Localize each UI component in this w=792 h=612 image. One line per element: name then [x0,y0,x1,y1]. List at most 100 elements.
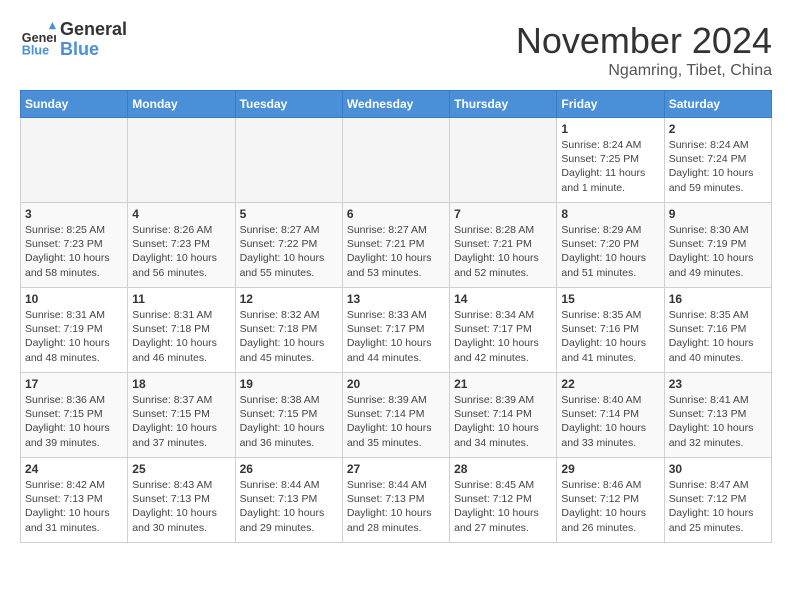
calendar-week-4: 24 Sunrise: 8:42 AMSunset: 7:13 PMDayligh… [21,458,772,543]
day-info: Sunrise: 8:27 AMSunset: 7:22 PMDaylight:… [240,223,338,280]
day-info: Sunrise: 8:44 AMSunset: 7:13 PMDaylight:… [240,478,338,535]
day-info: Sunrise: 8:28 AMSunset: 7:21 PMDaylight:… [454,223,552,280]
calendar-header-row: SundayMondayTuesdayWednesdayThursdayFrid… [21,91,772,118]
calendar-cell: 4 Sunrise: 8:26 AMSunset: 7:23 PMDaylight… [128,203,235,288]
day-info: Sunrise: 8:42 AMSunset: 7:13 PMDaylight:… [25,478,123,535]
day-info: Sunrise: 8:35 AMSunset: 7:16 PMDaylight:… [669,308,767,365]
day-info: Sunrise: 8:38 AMSunset: 7:15 PMDaylight:… [240,393,338,450]
month-title: November 2024 [516,20,772,62]
calendar-cell: 30 Sunrise: 8:47 AMSunset: 7:12 PMDayligh… [664,458,771,543]
day-info: Sunrise: 8:31 AMSunset: 7:18 PMDaylight:… [132,308,230,365]
day-info: Sunrise: 8:39 AMSunset: 7:14 PMDaylight:… [347,393,445,450]
day-number: 20 [347,377,445,391]
calendar-cell: 7 Sunrise: 8:28 AMSunset: 7:21 PMDaylight… [450,203,557,288]
calendar-cell: 1Sunrise: 8:24 AMSunset: 7:25 PMDaylight… [557,118,664,203]
calendar-cell: 10Sunrise: 8:31 AMSunset: 7:19 PMDayligh… [21,288,128,373]
day-number: 21 [454,377,552,391]
day-header-monday: Monday [128,91,235,118]
day-header-tuesday: Tuesday [235,91,342,118]
day-info: Sunrise: 8:41 AMSunset: 7:13 PMDaylight:… [669,393,767,450]
calendar-week-0: 1Sunrise: 8:24 AMSunset: 7:25 PMDaylight… [21,118,772,203]
calendar-cell: 6 Sunrise: 8:27 AMSunset: 7:21 PMDaylight… [342,203,449,288]
day-number: 28 [454,462,552,476]
calendar-week-1: 3 Sunrise: 8:25 AMSunset: 7:23 PMDaylight… [21,203,772,288]
day-info: Sunrise: 8:39 AMSunset: 7:14 PMDaylight:… [454,393,552,450]
day-number: 13 [347,292,445,306]
calendar-cell: 25 Sunrise: 8:43 AMSunset: 7:13 PMDayligh… [128,458,235,543]
day-info: Sunrise: 8:45 AMSunset: 7:12 PMDaylight:… [454,478,552,535]
day-number: 11 [132,292,230,306]
day-info: Sunrise: 8:29 AMSunset: 7:20 PMDaylight:… [561,223,659,280]
day-info: Sunrise: 8:26 AMSunset: 7:23 PMDaylight:… [132,223,230,280]
location: Ngamring, Tibet, China [516,62,772,80]
logo: General Blue GeneralBlue [20,20,127,60]
calendar-cell: 5 Sunrise: 8:27 AMSunset: 7:22 PMDaylight… [235,203,342,288]
day-info: Sunrise: 8:27 AMSunset: 7:21 PMDaylight:… [347,223,445,280]
day-number: 19 [240,377,338,391]
logo-blue: Blue [60,40,127,60]
calendar-cell: 17 Sunrise: 8:36 AMSunset: 7:15 PMDayligh… [21,373,128,458]
day-number: 22 [561,377,659,391]
day-header-saturday: Saturday [664,91,771,118]
day-header-thursday: Thursday [450,91,557,118]
day-number: 7 [454,207,552,221]
calendar-cell: 13Sunrise: 8:33 AMSunset: 7:17 PMDayligh… [342,288,449,373]
day-number: 16 [669,292,767,306]
day-header-wednesday: Wednesday [342,91,449,118]
day-info: Sunrise: 8:35 AMSunset: 7:16 PMDaylight:… [561,308,659,365]
day-number: 9 [669,207,767,221]
day-info: Sunrise: 8:30 AMSunset: 7:19 PMDaylight:… [669,223,767,280]
day-info: Sunrise: 8:25 AMSunset: 7:23 PMDaylight:… [25,223,123,280]
day-number: 8 [561,207,659,221]
calendar-cell: 3 Sunrise: 8:25 AMSunset: 7:23 PMDaylight… [21,203,128,288]
calendar-cell: 23 Sunrise: 8:41 AMSunset: 7:13 PMDayligh… [664,373,771,458]
day-info: Sunrise: 8:37 AMSunset: 7:15 PMDaylight:… [132,393,230,450]
day-number: 18 [132,377,230,391]
day-info: Sunrise: 8:24 AMSunset: 7:24 PMDaylight:… [669,138,767,195]
calendar-cell: 9 Sunrise: 8:30 AMSunset: 7:19 PMDaylight… [664,203,771,288]
day-header-friday: Friday [557,91,664,118]
calendar-cell [21,118,128,203]
calendar-cell [235,118,342,203]
calendar-cell: 14Sunrise: 8:34 AMSunset: 7:17 PMDayligh… [450,288,557,373]
day-info: Sunrise: 8:36 AMSunset: 7:15 PMDaylight:… [25,393,123,450]
day-info: Sunrise: 8:43 AMSunset: 7:13 PMDaylight:… [132,478,230,535]
calendar: SundayMondayTuesdayWednesdayThursdayFrid… [20,90,772,543]
day-info: Sunrise: 8:46 AMSunset: 7:12 PMDaylight:… [561,478,659,535]
day-number: 3 [25,207,123,221]
calendar-cell: 22Sunrise: 8:40 AMSunset: 7:14 PMDayligh… [557,373,664,458]
day-number: 6 [347,207,445,221]
day-number: 4 [132,207,230,221]
calendar-cell: 28 Sunrise: 8:45 AMSunset: 7:12 PMDayligh… [450,458,557,543]
calendar-cell: 18 Sunrise: 8:37 AMSunset: 7:15 PMDayligh… [128,373,235,458]
day-number: 1 [561,122,659,136]
day-number: 24 [25,462,123,476]
day-info: Sunrise: 8:34 AMSunset: 7:17 PMDaylight:… [454,308,552,365]
calendar-cell [450,118,557,203]
day-number: 29 [561,462,659,476]
calendar-cell: 26 Sunrise: 8:44 AMSunset: 7:13 PMDayligh… [235,458,342,543]
calendar-cell: 2Sunrise: 8:24 AMSunset: 7:24 PMDaylight… [664,118,771,203]
day-number: 26 [240,462,338,476]
day-number: 15 [561,292,659,306]
calendar-cell [342,118,449,203]
day-number: 30 [669,462,767,476]
calendar-week-2: 10Sunrise: 8:31 AMSunset: 7:19 PMDayligh… [21,288,772,373]
svg-text:Blue: Blue [22,43,49,57]
day-number: 23 [669,377,767,391]
day-number: 17 [25,377,123,391]
day-number: 5 [240,207,338,221]
calendar-cell: 27Sunrise: 8:44 AMSunset: 7:13 PMDayligh… [342,458,449,543]
calendar-cell: 20 Sunrise: 8:39 AMSunset: 7:14 PMDayligh… [342,373,449,458]
day-info: Sunrise: 8:44 AMSunset: 7:13 PMDaylight:… [347,478,445,535]
logo-icon: General Blue [20,22,56,58]
day-header-sunday: Sunday [21,91,128,118]
calendar-cell: 11 Sunrise: 8:31 AMSunset: 7:18 PMDayligh… [128,288,235,373]
day-number: 25 [132,462,230,476]
calendar-week-3: 17 Sunrise: 8:36 AMSunset: 7:15 PMDayligh… [21,373,772,458]
page-header: General Blue GeneralBlue November 2024 N… [20,20,772,80]
calendar-cell: 15 Sunrise: 8:35 AMSunset: 7:16 PMDayligh… [557,288,664,373]
calendar-cell: 12Sunrise: 8:32 AMSunset: 7:18 PMDayligh… [235,288,342,373]
calendar-cell: 16 Sunrise: 8:35 AMSunset: 7:16 PMDayligh… [664,288,771,373]
day-info: Sunrise: 8:47 AMSunset: 7:12 PMDaylight:… [669,478,767,535]
